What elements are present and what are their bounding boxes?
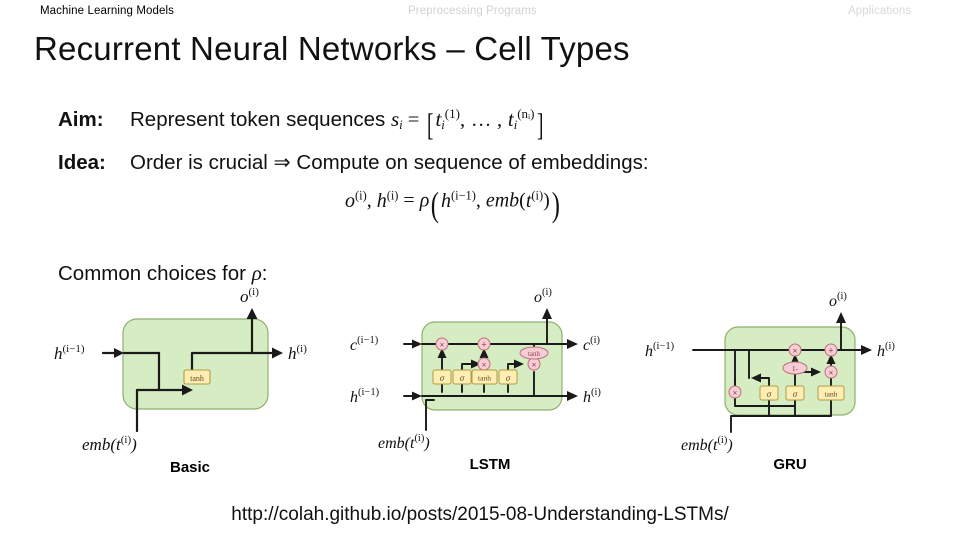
op-label: 1- <box>792 364 799 373</box>
aim-term-n: ti(nᵢ) <box>507 106 535 133</box>
diagram-basic-rnn: tanh h(i−1) h(i) o(i) emb(t(i)) <box>40 282 340 457</box>
op-multiply-reset: × <box>728 385 742 399</box>
source-url[interactable]: http://colah.github.io/posts/2015-08-Und… <box>0 504 960 526</box>
label-o-out: o(i) <box>534 287 552 306</box>
label-h-out: h(i) <box>288 343 307 363</box>
label-emb-in: emb(t(i)) <box>681 435 733 454</box>
label-o-out: o(i) <box>240 286 259 306</box>
caption-gru: GRU <box>773 456 807 473</box>
nav-item-machine-learning-models[interactable]: Machine Learning Models <box>40 5 174 17</box>
aim-label: Aim: <box>58 108 104 131</box>
aim-ellipsis: … <box>470 109 492 131</box>
label-c-out: c(i) <box>583 335 601 354</box>
gate-tanh-candidate: tanh <box>471 369 498 385</box>
op-label: × <box>532 361 537 370</box>
op-multiply-output: × <box>527 357 541 371</box>
aim-line: Aim: Represent token sequences si = [ti(1… <box>58 106 543 143</box>
gate-label: tanh <box>528 350 541 358</box>
eq-t: t(i) <box>525 188 544 212</box>
label-c-prev: c(i−1) <box>350 335 379 354</box>
idea-label: Idea: <box>58 151 106 174</box>
eq-rho: ρ <box>419 189 430 212</box>
nav-item-applications[interactable]: Applications <box>848 5 911 17</box>
arrow-h-out <box>861 345 872 355</box>
op-label: × <box>733 389 738 398</box>
idea-text: Order is crucial ⇒ Compute on sequence o… <box>130 151 649 174</box>
eq-emb: emb <box>485 189 520 212</box>
eq-o: o(i) <box>345 188 367 212</box>
label-h-out: h(i) <box>583 387 601 406</box>
eq-h-prev: h(i−1) <box>440 188 476 212</box>
op-label: + <box>828 346 833 356</box>
label-emb-in: emb(t(i)) <box>378 433 430 452</box>
gate-sigma-update: σ <box>785 385 805 401</box>
arrow-c-in <box>412 339 422 349</box>
op-multiply-input: × <box>477 357 491 371</box>
arrow-o-out <box>246 308 258 319</box>
recurrence-equation: o(i), h(i) = ρ(h(i−1), emb(t(i))) <box>345 185 560 225</box>
aim-term-1: ti(1) <box>435 106 460 133</box>
op-add: + <box>824 343 838 357</box>
label-emb-in: emb(t(i)) <box>82 434 137 454</box>
gate-tanh-candidate: tanh <box>817 385 845 401</box>
arrow-o-out <box>542 308 552 319</box>
gate-label: σ <box>506 373 511 383</box>
gate-sigma-reset: σ <box>759 385 779 401</box>
caption-lstm: LSTM <box>469 456 511 473</box>
gate-sigma-output: σ <box>498 369 518 385</box>
caption-basic: Basic <box>169 459 211 476</box>
lstm-svg: × + × × tanh σ σ tanh σ c(i−1) h(i−1) c(… <box>350 287 601 452</box>
gate-label: σ <box>460 373 465 383</box>
top-navigation: Machine Learning Models Preprocessing Pr… <box>0 0 960 26</box>
arrow-h-out <box>567 391 578 401</box>
op-multiply-update: × <box>788 343 802 357</box>
gate-sigma-forget: σ <box>432 369 452 385</box>
label-h-prev: h(i−1) <box>54 343 85 363</box>
gate-label: σ <box>440 373 445 383</box>
gate-tanh-ellipse: tanh <box>519 346 549 360</box>
gru-svg: × × + × 1- σ σ tanh h(i−1) h(i) o(i) emb… <box>645 291 895 454</box>
op-label: × <box>793 347 798 356</box>
aim-var-s: si <box>390 107 403 133</box>
diagram-lstm: × + × × tanh σ σ tanh σ c(i−1) h(i−1) c(… <box>338 282 638 457</box>
diagram-gru: × × + × 1- σ σ tanh h(i−1) h(i) o(i) emb… <box>645 282 955 457</box>
slide-canvas: Machine Learning Models Preprocessing Pr… <box>0 0 960 540</box>
label-h-prev: h(i−1) <box>645 341 675 360</box>
gate-sigma-input: σ <box>452 369 472 385</box>
arrow-h-in <box>412 391 422 401</box>
aim-equals: = <box>407 109 420 131</box>
gate-tanh-label: tanh <box>190 374 204 383</box>
op-multiply-forget: × <box>435 337 449 351</box>
gate-label: tanh <box>825 390 838 399</box>
op-add: + <box>477 337 491 351</box>
basic-rnn-svg: tanh h(i−1) h(i) o(i) emb(t(i)) <box>54 286 307 454</box>
label-h-out: h(i) <box>877 341 895 360</box>
op-multiply-candidate: × <box>824 365 838 379</box>
op-label: + <box>481 340 486 350</box>
cell-body-rect <box>122 318 269 410</box>
arrow-h-out <box>272 347 283 359</box>
op-label: × <box>440 341 445 350</box>
arrow-c-out <box>567 339 578 349</box>
gate-label: σ <box>793 389 798 399</box>
eq-h: h(i) <box>376 188 399 212</box>
arrow-o-out <box>836 312 846 323</box>
label-o-out: o(i) <box>829 291 847 310</box>
aim-text: Represent token sequences <box>130 108 386 131</box>
gate-label: σ <box>767 389 772 399</box>
slide-title: Recurrent Neural Networks – Cell Types <box>34 30 630 67</box>
eq-equals: = <box>403 189 415 212</box>
gate-tanh: tanh <box>183 369 211 385</box>
label-h-prev: h(i−1) <box>350 387 380 406</box>
gate-label: tanh <box>478 374 491 383</box>
op-label: × <box>482 361 487 370</box>
idea-line: Idea: Order is crucial ⇒ Compute on seque… <box>58 150 649 175</box>
nav-item-preprocessing-programs[interactable]: Preprocessing Programs <box>408 5 537 17</box>
op-label: × <box>829 369 834 378</box>
op-one-minus-ellipse: 1- <box>782 361 808 375</box>
